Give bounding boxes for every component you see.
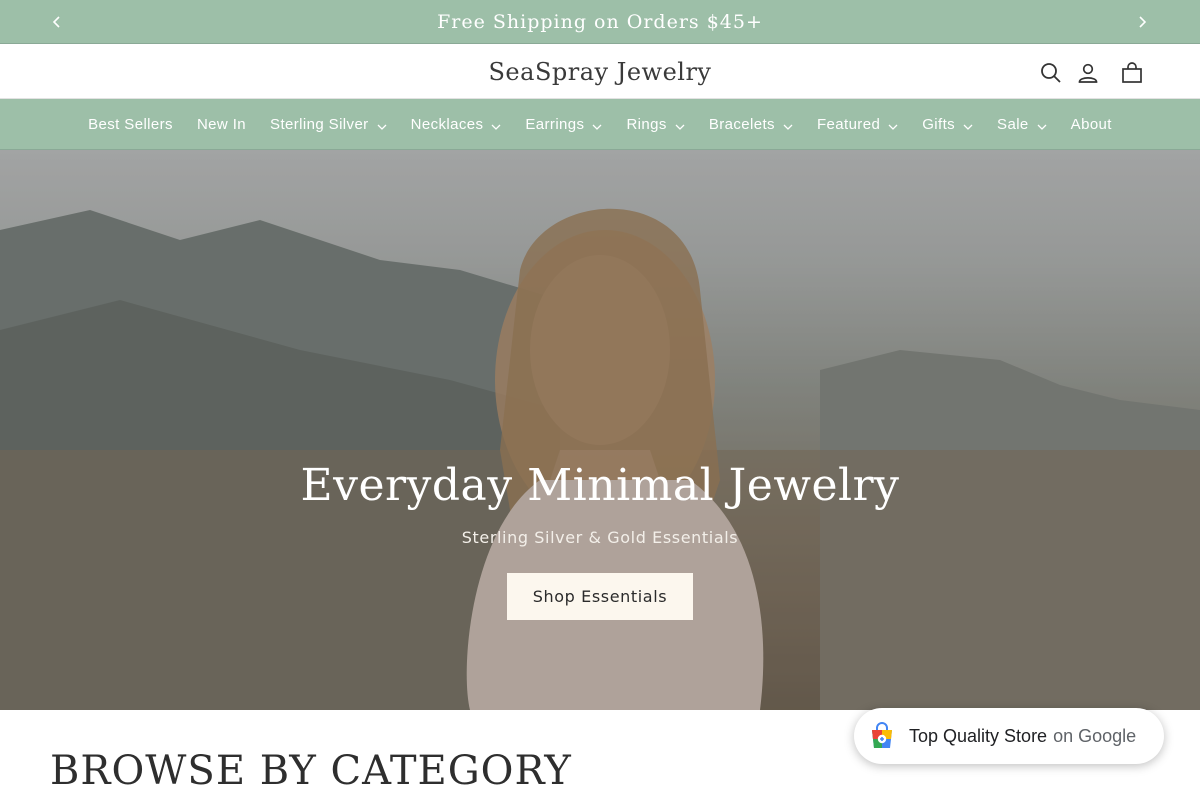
chevron-right-icon[interactable] — [1132, 12, 1152, 32]
shop-essentials-button[interactable]: Shop Essentials — [507, 573, 693, 620]
hero-overlay — [0, 150, 1200, 710]
hero-subtitle: Sterling Silver & Gold Essentials — [461, 528, 739, 547]
site-logo: SeaSpray Jewelry — [0, 58, 1200, 86]
nav-item-necklaces[interactable]: Necklaces — [399, 99, 514, 150]
google-badge-label: Top Quality Store — [909, 725, 1048, 746]
cart-icon[interactable] — [1120, 61, 1144, 85]
chevron-down-icon — [675, 119, 685, 130]
nav-item-label: Rings — [626, 115, 667, 133]
hero-title: Everyday Minimal Jewelry — [300, 460, 900, 511]
chevron-left-icon[interactable] — [47, 12, 67, 32]
nav-item-label: Best Sellers — [88, 115, 173, 133]
chevron-down-icon — [1037, 119, 1047, 130]
main-nav: Best Sellers New In Sterling Silver Necklac… — [0, 99, 1200, 150]
nav-item-label: Bracelets — [708, 115, 775, 133]
nav-item-gifts[interactable]: Gifts — [910, 99, 985, 150]
nav-item-sterling-silver[interactable]: Sterling Silver — [258, 99, 399, 150]
nav-item-featured[interactable]: Featured — [805, 99, 910, 150]
chevron-down-icon — [963, 119, 973, 130]
chevron-down-icon — [491, 119, 501, 130]
nav-item-bracelets[interactable]: Bracelets — [697, 99, 805, 150]
account-icon[interactable] — [1076, 61, 1100, 85]
nav-item-label: About — [1070, 115, 1112, 133]
browse-category-heading: BROWSE BY CATEGORY — [50, 748, 572, 794]
nav-item-new-in[interactable]: New In — [185, 99, 258, 150]
nav-item-about[interactable]: About — [1059, 99, 1124, 150]
nav-item-best-sellers[interactable]: Best Sellers — [76, 99, 185, 150]
announcement-bar: Free Shipping on Orders $45+ — [0, 0, 1200, 44]
chevron-down-icon — [592, 119, 602, 130]
nav-item-earrings[interactable]: Earrings — [513, 99, 614, 150]
chevron-down-icon — [377, 119, 387, 130]
nav-item-label: Necklaces — [410, 115, 484, 133]
nav-item-label: Featured — [816, 115, 881, 133]
nav-item-label: Earrings — [525, 115, 585, 133]
hero-banner: Everyday Minimal Jewelry Sterling Silver… — [0, 150, 1200, 710]
google-shopping-icon — [872, 722, 892, 748]
google-badge-suffix: on Google — [1053, 725, 1137, 746]
nav-item-label: Sterling Silver — [270, 115, 369, 133]
nav-item-label: Sale — [997, 115, 1029, 133]
chevron-down-icon — [888, 119, 898, 130]
nav-item-label: New In — [196, 115, 247, 133]
nav-item-rings[interactable]: Rings — [614, 99, 696, 150]
site-header: SeaSpray Jewelry — [0, 44, 1200, 99]
search-icon[interactable] — [1039, 61, 1063, 85]
google-quality-badge[interactable]: Top Quality Store on Google — [854, 708, 1164, 764]
announcement-message[interactable]: Free Shipping on Orders $45+ — [437, 11, 763, 33]
nav-item-label: Gifts — [922, 115, 956, 133]
chevron-down-icon — [783, 119, 793, 130]
nav-item-sale[interactable]: Sale — [985, 99, 1059, 150]
logo-link[interactable]: SeaSpray Jewelry — [488, 58, 711, 86]
